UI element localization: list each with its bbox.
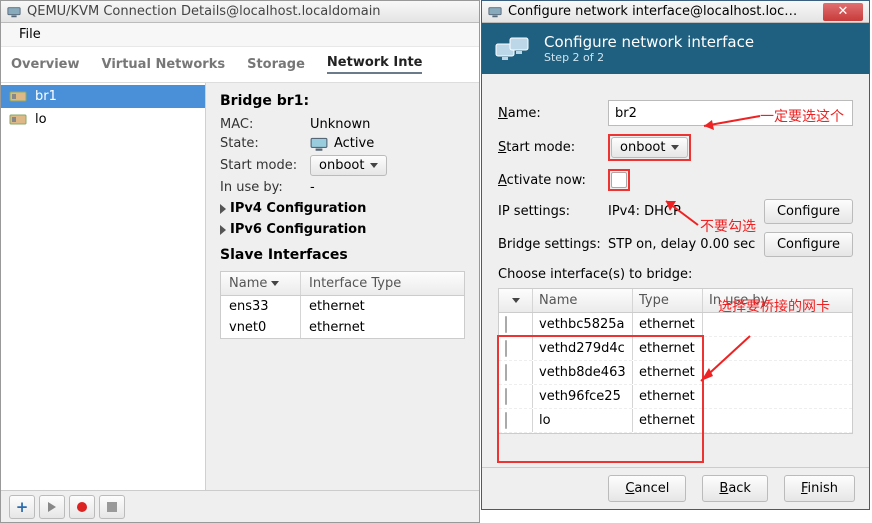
dialog-footer: Cancel Back Finish xyxy=(482,467,869,509)
computers-icon xyxy=(494,34,532,64)
chevron-down-icon xyxy=(512,298,520,303)
close-button[interactable]: ✕ xyxy=(823,3,863,21)
monitor-icon xyxy=(310,137,328,151)
col-inuse[interactable]: In use by xyxy=(703,289,852,312)
menu-file[interactable]: File xyxy=(11,25,49,44)
startmode-dropdown[interactable]: onboot xyxy=(310,155,387,176)
stop-button[interactable] xyxy=(69,495,95,519)
col-type[interactable]: Type xyxy=(633,289,703,312)
sidebar-item-label: lo xyxy=(35,112,47,127)
activate-label: Activate now: xyxy=(498,173,608,188)
table-row[interactable]: loethernet xyxy=(499,409,852,433)
record-icon xyxy=(77,502,87,512)
state-label: State: xyxy=(220,136,310,151)
startmode-label: Start mode: xyxy=(220,158,310,173)
state-value: Active xyxy=(334,136,374,151)
col-type[interactable]: Interface Type xyxy=(301,272,464,295)
tab-storage[interactable]: Storage xyxy=(247,57,305,72)
col-check[interactable] xyxy=(499,289,533,312)
ipv6-expander[interactable]: IPv6 Configuration xyxy=(220,222,465,237)
dialog-header-subtitle: Step 2 of 2 xyxy=(544,51,754,64)
startmode-dropdown[interactable]: onboot xyxy=(611,137,688,158)
choose-label: Choose interface(s) to bridge: xyxy=(498,267,853,282)
sidebar-item-lo[interactable]: lo xyxy=(1,108,205,131)
network-card-icon xyxy=(9,113,27,127)
row-checkbox[interactable] xyxy=(505,412,507,429)
menubar: File xyxy=(1,23,479,47)
table-row[interactable]: vethd279d4cethernet xyxy=(499,337,852,361)
sidebar: br1 lo xyxy=(1,83,206,490)
row-checkbox[interactable] xyxy=(505,388,507,405)
ip-label: IP settings: xyxy=(498,204,608,219)
bridge-value: STP on, delay 0.00 sec xyxy=(608,237,764,252)
dialog-body: Name: Start mode: onboot Activate now: I… xyxy=(482,74,869,440)
ip-configure-button[interactable]: Configure xyxy=(764,199,853,224)
table-row[interactable]: vethb8de463ethernet xyxy=(499,361,852,385)
inuse-value: - xyxy=(310,180,465,195)
tab-overview[interactable]: Overview xyxy=(11,57,80,72)
app-icon xyxy=(488,5,502,19)
plus-icon: + xyxy=(16,498,29,516)
play-icon xyxy=(48,502,56,512)
table-row[interactable]: veth96fce25ethernet xyxy=(499,385,852,409)
row-checkbox[interactable] xyxy=(505,316,507,333)
name-label: Name: xyxy=(498,106,608,121)
back-button[interactable]: Back xyxy=(702,475,768,502)
chevron-down-icon xyxy=(271,281,279,286)
activate-checkbox[interactable] xyxy=(611,172,627,188)
col-name[interactable]: Name xyxy=(533,289,633,312)
slave-table: Name Interface Type ens33ethernet vnet0e… xyxy=(220,271,465,339)
row-checkbox[interactable] xyxy=(505,364,507,381)
start-button[interactable] xyxy=(39,495,65,519)
interface-table: Name Type In use by vethbc5825aethernet … xyxy=(498,288,853,434)
sidebar-item-br1[interactable]: br1 xyxy=(1,85,205,108)
bridge-configure-button[interactable]: Configure xyxy=(764,232,853,257)
bridge-heading: Bridge br1: xyxy=(220,93,465,109)
slaves-heading: Slave Interfaces xyxy=(220,247,465,263)
tab-virtual-networks[interactable]: Virtual Networks xyxy=(102,57,226,72)
triangle-right-icon xyxy=(220,204,226,214)
finish-button[interactable]: Finish xyxy=(784,475,855,502)
name-field[interactable] xyxy=(608,100,853,126)
table-row[interactable]: vethbc5825aethernet xyxy=(499,313,852,337)
main-body: br1 lo Bridge br1: MAC:Unknown State: Ac… xyxy=(1,83,479,490)
ip-value: IPv4: DHCP xyxy=(608,204,764,219)
dialog-header: Configure network interface Step 2 of 2 xyxy=(482,23,869,74)
main-window: QEMU/KVM Connection Details@localhost.lo… xyxy=(0,0,480,523)
cancel-button[interactable]: Cancel xyxy=(608,475,686,502)
close-icon: ✕ xyxy=(838,4,849,19)
inuse-label: In use by: xyxy=(220,180,310,195)
table-row: vnet0ethernet xyxy=(221,317,464,338)
main-titlebar: QEMU/KVM Connection Details@localhost.lo… xyxy=(1,1,479,23)
ipv4-expander[interactable]: IPv4 Configuration xyxy=(220,201,465,216)
sidebar-item-label: br1 xyxy=(35,89,57,104)
dialog-header-title: Configure network interface xyxy=(544,33,754,51)
chevron-down-icon xyxy=(370,163,378,168)
app-icon xyxy=(7,5,21,19)
table-row: ens33ethernet xyxy=(221,296,464,317)
main-title: QEMU/KVM Connection Details@localhost.lo… xyxy=(27,4,381,19)
bottom-toolbar: + xyxy=(1,490,479,522)
dialog-window: Configure network interface@localhost.lo… xyxy=(481,0,870,510)
dialog-titlebar: Configure network interface@localhost.lo… xyxy=(482,1,869,23)
add-button[interactable]: + xyxy=(9,495,35,519)
mac-label: MAC: xyxy=(220,117,310,132)
mac-value: Unknown xyxy=(310,117,465,132)
dialog-title: Configure network interface@localhost.lo… xyxy=(508,4,798,19)
detail-panel: Bridge br1: MAC:Unknown State: Active St… xyxy=(206,83,479,490)
network-card-icon xyxy=(9,90,27,104)
bridge-label: Bridge settings: xyxy=(498,237,608,252)
stop-icon xyxy=(107,502,117,512)
chevron-down-icon xyxy=(671,145,679,150)
row-checkbox[interactable] xyxy=(505,340,507,357)
tabstrip: Overview Virtual Networks Storage Networ… xyxy=(1,47,479,83)
triangle-right-icon xyxy=(220,225,226,235)
tab-network-interfaces[interactable]: Network Inte xyxy=(327,55,423,74)
col-name[interactable]: Name xyxy=(221,272,301,295)
startmode-label: Start mode: xyxy=(498,140,608,155)
delete-button[interactable] xyxy=(99,495,125,519)
